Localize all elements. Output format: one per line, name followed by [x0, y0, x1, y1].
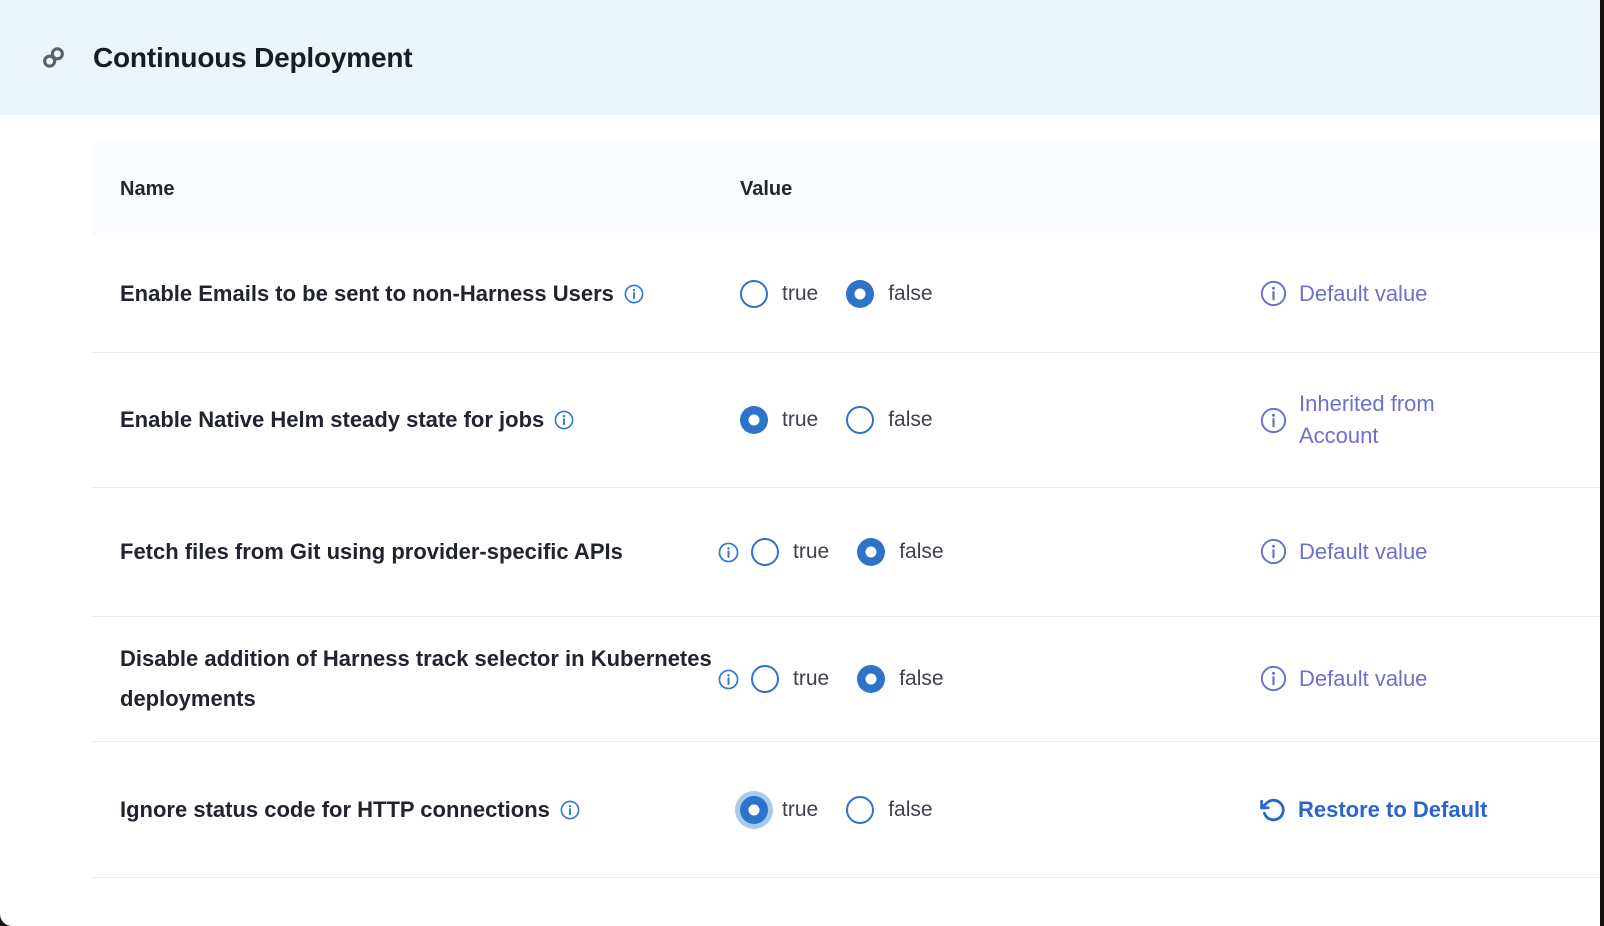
setting-name: Enable Emails to be sent to non-Harness … — [120, 274, 614, 314]
radio-false-label: false — [888, 282, 932, 306]
radio-true[interactable]: true — [740, 406, 818, 434]
column-header-name: Name — [120, 178, 718, 201]
setting-name-cell: Ignore status code for HTTP connections — [120, 790, 718, 830]
settings-row: Ignore status code for HTTP connections … — [92, 742, 1600, 878]
setting-status: Default value — [1260, 278, 1580, 310]
radio-true-control[interactable] — [751, 538, 779, 566]
radio-false[interactable]: false — [857, 538, 943, 566]
radio-true-label: true — [782, 408, 818, 432]
page-title: Continuous Deployment — [93, 42, 412, 74]
setting-status: Default value — [1260, 663, 1580, 695]
setting-name: Disable addition of Harness track select… — [120, 639, 718, 718]
status-label: Restore to Default — [1298, 797, 1487, 823]
radio-false-control[interactable] — [846, 796, 874, 824]
settings-page: Continuous Deployment Name Value Enable … — [0, 0, 1600, 926]
radio-false-label: false — [899, 540, 943, 564]
status-label: Default value — [1299, 536, 1427, 568]
settings-row: Disable addition of Harness track select… — [92, 617, 1600, 742]
setting-name-cell: Fetch files from Git using provider-spec… — [120, 532, 718, 572]
radio-false[interactable]: false — [846, 796, 932, 824]
link-icon — [40, 44, 67, 71]
section-header: Continuous Deployment — [0, 0, 1600, 115]
setting-value-cell: true false — [718, 280, 1260, 308]
settings-table-body: Enable Emails to be sent to non-Harness … — [92, 235, 1600, 878]
radio-false[interactable]: false — [846, 406, 932, 434]
radio-false[interactable]: false — [857, 665, 943, 693]
restore-to-default-button[interactable]: Restore to Default — [1260, 797, 1580, 823]
setting-name-cell: Enable Emails to be sent to non-Harness … — [120, 274, 718, 314]
radio-true[interactable]: true — [751, 665, 829, 693]
setting-value-cell: true false — [718, 538, 1260, 566]
radio-true-control[interactable] — [740, 280, 768, 308]
radio-false[interactable]: false — [846, 280, 932, 308]
info-icon[interactable] — [1260, 280, 1287, 307]
column-header-value: Value — [718, 178, 792, 201]
setting-value-cell: true false — [718, 665, 1260, 693]
status-label: Default value — [1299, 663, 1427, 695]
setting-status: Default value — [1260, 536, 1580, 568]
setting-status: Inherited from Account — [1260, 388, 1580, 452]
setting-name-cell: Disable addition of Harness track select… — [120, 639, 718, 718]
radio-true-label: true — [782, 798, 818, 822]
radio-true[interactable]: true — [751, 538, 829, 566]
radio-false-control[interactable] — [857, 538, 885, 566]
radio-true-label: true — [793, 540, 829, 564]
info-icon[interactable] — [1260, 665, 1287, 692]
radio-true-label: true — [782, 282, 818, 306]
radio-false-label: false — [888, 798, 932, 822]
settings-row: Enable Emails to be sent to non-Harness … — [92, 235, 1600, 353]
info-icon[interactable] — [624, 284, 644, 304]
radio-true-label: true — [793, 667, 829, 691]
info-icon[interactable] — [554, 410, 574, 430]
settings-table: Name Value Enable Emails to be sent to n… — [92, 143, 1600, 878]
radio-false-control[interactable] — [857, 665, 885, 693]
status-label: Inherited from Account — [1299, 388, 1494, 452]
info-icon[interactable] — [1260, 538, 1287, 565]
radio-false-control[interactable] — [846, 280, 874, 308]
info-icon[interactable] — [718, 669, 739, 690]
setting-value-cell: true false — [718, 406, 1260, 434]
radio-false-label: false — [888, 408, 932, 432]
radio-false-label: false — [899, 667, 943, 691]
setting-name: Fetch files from Git using provider-spec… — [120, 532, 623, 572]
settings-row: Enable Native Helm steady state for jobs… — [92, 353, 1600, 488]
info-icon[interactable] — [1260, 407, 1287, 434]
radio-true[interactable]: true — [740, 280, 818, 308]
setting-value-cell: true false — [718, 796, 1260, 824]
settings-row: Fetch files from Git using provider-spec… — [92, 488, 1600, 617]
radio-true-control[interactable] — [740, 406, 768, 434]
status-label: Default value — [1299, 278, 1427, 310]
restore-icon[interactable] — [1260, 797, 1286, 823]
info-icon[interactable] — [560, 800, 580, 820]
setting-name: Enable Native Helm steady state for jobs — [120, 400, 544, 440]
info-icon[interactable] — [718, 542, 739, 563]
radio-true-control[interactable] — [751, 665, 779, 693]
setting-name-cell: Enable Native Helm steady state for jobs — [120, 400, 718, 440]
radio-true[interactable]: true — [740, 796, 818, 824]
table-header-row: Name Value — [92, 143, 1600, 235]
radio-false-control[interactable] — [846, 406, 874, 434]
radio-true-control[interactable] — [740, 796, 768, 824]
setting-name: Ignore status code for HTTP connections — [120, 790, 550, 830]
